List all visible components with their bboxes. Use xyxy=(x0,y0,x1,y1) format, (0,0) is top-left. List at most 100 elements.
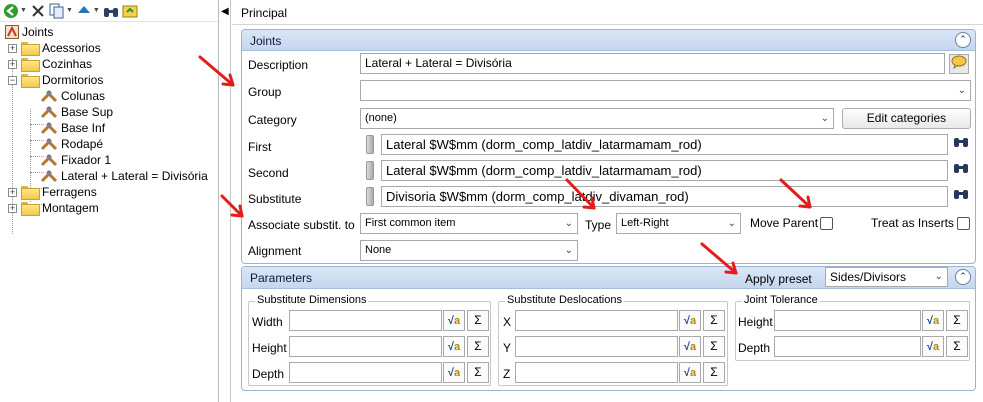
delete-x-icon[interactable] xyxy=(30,3,46,19)
tree-item-label: Cozinhas xyxy=(42,57,93,71)
category-select[interactable]: (none) ⌄ xyxy=(360,108,834,129)
move-parent-checkbox[interactable] xyxy=(820,217,833,230)
alignment-value: None xyxy=(365,244,392,256)
joint-tolerance-group: Joint Tolerance Height √a Σ Depth √a Σ xyxy=(735,294,970,361)
tree-item-acessorios[interactable]: + Acessorios xyxy=(8,40,101,56)
apply-preset-label: Apply preset xyxy=(745,272,812,286)
sqrt-formula-icon[interactable]: √a xyxy=(922,336,944,357)
chevron-down-icon[interactable]: ▼ xyxy=(66,7,73,14)
folder-icon xyxy=(21,186,40,200)
chevron-down-icon[interactable]: ▼ xyxy=(20,7,27,14)
sqrt-formula-icon[interactable]: √a xyxy=(922,310,944,331)
joint-icon xyxy=(40,153,58,167)
tree-item-dormitorios[interactable]: − Dormitorios xyxy=(8,72,103,88)
tree-item-base-inf[interactable]: Base Inf xyxy=(40,120,105,136)
page-title: Principal xyxy=(241,6,288,20)
tree-root[interactable]: Joints xyxy=(5,24,53,40)
tree-item-ferragens[interactable]: + Ferragens xyxy=(8,184,97,200)
item-handle-icon xyxy=(366,161,374,180)
depth-input[interactable] xyxy=(289,362,442,383)
tree-item-lateral-divisoria[interactable]: Lateral + Lateral = Divisória xyxy=(40,168,208,184)
sqrt-formula-icon[interactable]: √a xyxy=(443,310,465,331)
sqrt-formula-icon[interactable]: √a xyxy=(679,336,701,357)
joint-icon xyxy=(40,169,58,183)
sqrt-formula-icon[interactable]: √a xyxy=(443,336,465,357)
binoculars-icon[interactable] xyxy=(103,3,119,19)
sigma-icon[interactable]: Σ xyxy=(703,362,725,383)
sqrt-formula-icon[interactable]: √a xyxy=(679,362,701,383)
back-arrow-icon[interactable] xyxy=(3,3,19,19)
tree-item-rodape[interactable]: Rodapé xyxy=(40,136,103,152)
tree-item-colunas[interactable]: Colunas xyxy=(40,88,105,104)
sigma-icon[interactable]: Σ xyxy=(703,336,725,357)
tree-item-label: Colunas xyxy=(61,89,106,103)
joints-tree: Joints + Acessorios + Cozinhas − Dormito… xyxy=(0,22,218,234)
chevron-down-icon: ⌄ xyxy=(564,245,573,256)
tolerance-height-input[interactable] xyxy=(774,310,921,331)
chevron-down-icon[interactable]: ▼ xyxy=(93,7,100,14)
first-label: First xyxy=(248,140,272,154)
alignment-label: Alignment xyxy=(248,244,302,258)
copy-icon[interactable] xyxy=(49,3,65,19)
alignment-select[interactable]: None ⌄ xyxy=(360,240,578,261)
category-value: (none) xyxy=(365,112,397,124)
associate-select[interactable]: First common item ⌄ xyxy=(360,213,578,234)
sigma-icon[interactable]: Σ xyxy=(467,362,489,383)
y-input[interactable] xyxy=(515,336,678,357)
binoculars-icon[interactable] xyxy=(951,186,971,206)
expand-icon[interactable]: + xyxy=(8,187,17,197)
width-input[interactable] xyxy=(289,310,442,331)
tree-item-label: Lateral + Lateral = Divisória xyxy=(61,169,208,183)
pane-splitter[interactable]: ◀ xyxy=(219,0,231,402)
sigma-icon[interactable]: Σ xyxy=(946,336,968,357)
item-handle-icon xyxy=(366,187,374,206)
chevron-down-icon: ⌄ xyxy=(820,113,829,124)
y-label: Y xyxy=(503,341,512,355)
x-label: X xyxy=(503,315,512,329)
type-select[interactable]: Left-Right ⌄ xyxy=(616,213,741,234)
expand-icon[interactable]: + xyxy=(8,59,17,69)
sigma-icon[interactable]: Σ xyxy=(703,310,725,331)
depth-label: Depth xyxy=(252,367,285,381)
tree-item-base-sup[interactable]: Base Sup xyxy=(40,104,113,120)
move-up-icon[interactable] xyxy=(76,3,92,19)
collapse-up-icon[interactable]: ⌃ xyxy=(955,32,971,48)
sigma-icon[interactable]: Σ xyxy=(467,310,489,331)
second-input[interactable]: Lateral $W$mm (dorm_comp_latdiv_latarmam… xyxy=(381,160,948,181)
tree-item-cozinhas[interactable]: + Cozinhas xyxy=(8,56,92,72)
tree-root-label: Joints xyxy=(22,25,54,39)
treat-inserts-checkbox[interactable] xyxy=(957,217,970,230)
sigma-icon[interactable]: Σ xyxy=(946,310,968,331)
collapse-left-icon[interactable]: ◀ xyxy=(221,6,229,17)
refresh-icon[interactable] xyxy=(122,3,138,19)
expand-icon[interactable]: + xyxy=(8,203,17,213)
sqrt-formula-icon[interactable]: √a xyxy=(679,310,701,331)
expand-icon[interactable]: + xyxy=(8,43,17,53)
tolerance-depth-input[interactable] xyxy=(774,336,921,357)
x-input[interactable] xyxy=(515,310,678,331)
speech-bubble-icon[interactable] xyxy=(949,54,969,74)
edit-categories-button[interactable]: Edit categories xyxy=(842,108,971,129)
z-input[interactable] xyxy=(515,362,678,383)
associate-label: Associate substit. to xyxy=(248,218,355,232)
binoculars-icon[interactable] xyxy=(951,160,971,180)
description-input[interactable]: Lateral + Lateral = Divisória xyxy=(360,53,945,74)
collapse-up-icon[interactable]: ⌃ xyxy=(955,269,971,285)
tree-item-fixador-1[interactable]: Fixador 1 xyxy=(40,152,111,168)
sigma-icon[interactable]: Σ xyxy=(467,336,489,357)
folder-icon xyxy=(21,58,40,72)
first-input[interactable]: Lateral $W$mm (dorm_comp_latdiv_latarmam… xyxy=(381,134,948,155)
joints-panel-title: Joints xyxy=(250,34,282,48)
tree-item-label: Rodapé xyxy=(61,137,104,151)
chevron-down-icon: ⌄ xyxy=(564,218,573,229)
binoculars-icon[interactable] xyxy=(951,134,971,154)
height-input[interactable] xyxy=(289,336,442,357)
width-label: Width xyxy=(252,315,283,329)
group-select[interactable]: ⌄ xyxy=(360,80,971,101)
preset-select[interactable]: Sides/Divisors ⌄ xyxy=(825,267,948,287)
substitute-input[interactable]: Divisoria $W$mm (dorm_comp_latdiv_divama… xyxy=(381,186,948,207)
collapse-icon[interactable]: − xyxy=(8,75,17,85)
group-title: Joint Tolerance xyxy=(742,294,820,306)
tree-item-montagem[interactable]: + Montagem xyxy=(8,200,99,216)
sqrt-formula-icon[interactable]: √a xyxy=(443,362,465,383)
